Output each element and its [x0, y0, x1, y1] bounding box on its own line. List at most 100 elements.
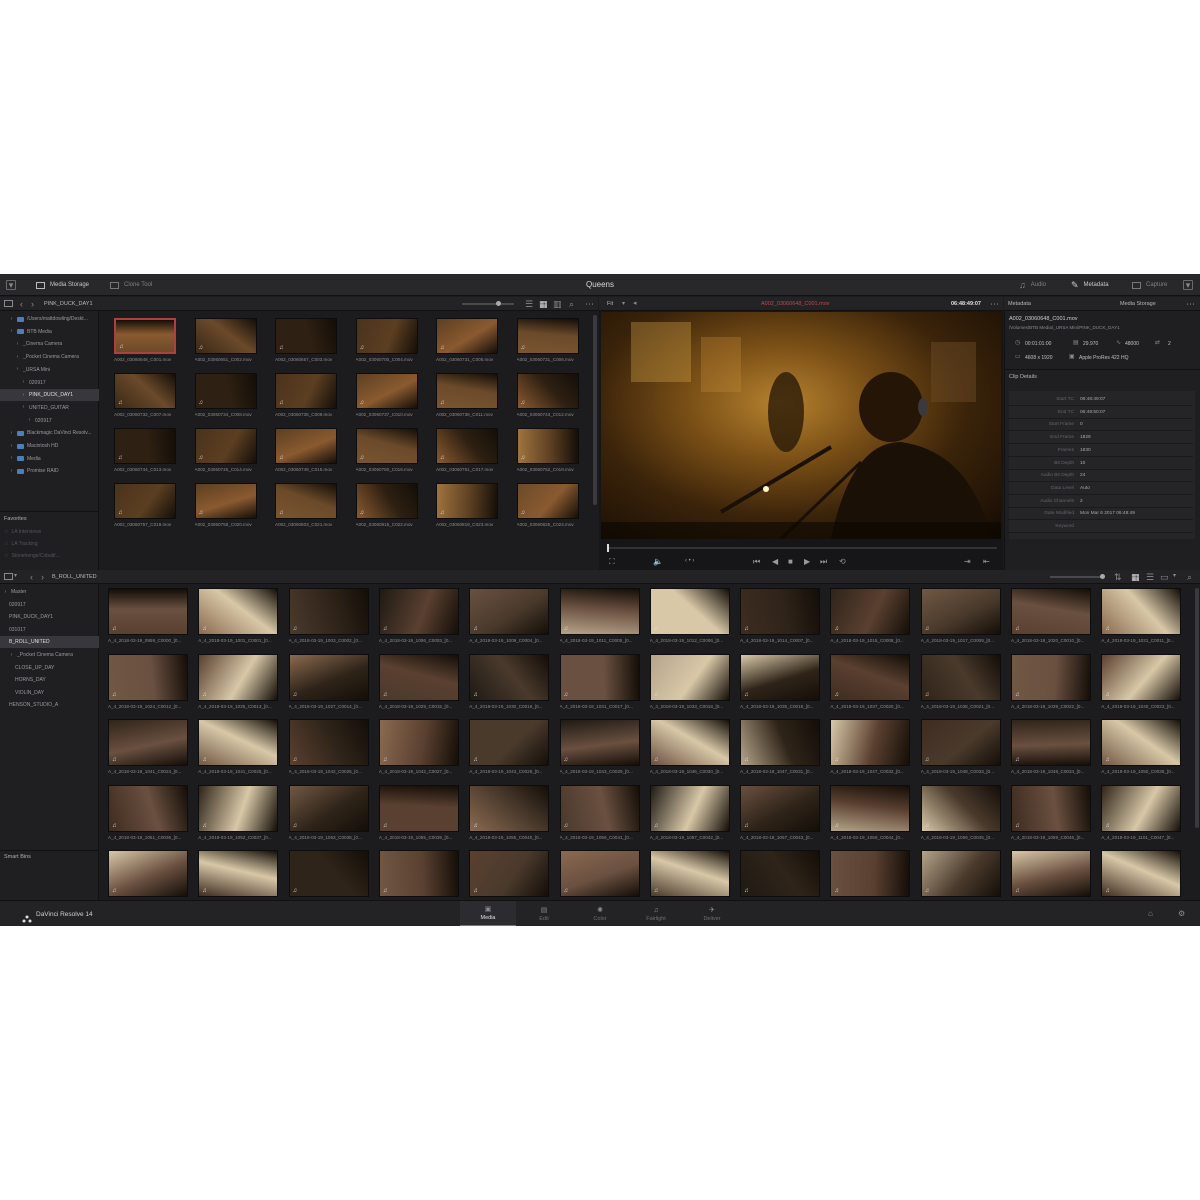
- clip-thumbnail[interactable]: ♫ A002_03060751_C017.mov: [436, 428, 498, 476]
- tree-item[interactable]: › _URSA Mini: [0, 364, 99, 376]
- page-tab-deliver[interactable]: ✈ Deliver: [684, 901, 740, 926]
- clip-thumbnail[interactable]: ♫ A_4_2018-03-19_1011_C0005_[0...: [559, 588, 640, 647]
- favorite-item[interactable]: ☆ LA Tracking: [4, 541, 38, 547]
- clip-thumbnail[interactable]: ♫ A002_03060731_C005.mov: [436, 318, 498, 366]
- clip-thumbnail[interactable]: ♫ A002_03060746_C014.mov: [194, 428, 257, 476]
- clip-thumbnail-image[interactable]: ♫: [920, 850, 1001, 897]
- clone-tool-tab[interactable]: Clone Tool: [110, 274, 152, 296]
- clip-thumbnail[interactable]: ♫ A_4_2018-03-19_1003_C0002_[0...: [288, 588, 369, 647]
- clip-thumbnail[interactable]: ♫: [740, 850, 821, 900]
- clip-thumbnail[interactable]: ♫ A_4_2018-03-19_1050_C0035_[0...: [1101, 719, 1182, 778]
- page-tab-edit[interactable]: ▤ Edit: [516, 901, 572, 926]
- bin-item[interactable]: CLOSE_UP_DAY: [0, 662, 99, 674]
- clip-thumbnail[interactable]: ♫ A_4_2018-03-19_1020_C0010_[0...: [1011, 588, 1091, 647]
- clip-thumbnail-image[interactable]: ♫: [436, 428, 498, 464]
- clip-thumbnail-image[interactable]: ♫: [1011, 588, 1091, 635]
- tree-item[interactable]: › Macintosh HD: [0, 440, 99, 452]
- clip-thumbnail[interactable]: ♫ A_4_2018-03-19_1027_C0014_[0...: [288, 653, 369, 713]
- clip-thumbnail[interactable]: ♫ A002_03060732_C007.mov: [114, 373, 176, 421]
- clip-thumbnail[interactable]: ♫ A002_03060700_C004.mov: [355, 318, 418, 366]
- forward-arrow-icon[interactable]: ›: [41, 573, 44, 582]
- clip-thumbnail-image[interactable]: ♫: [1101, 719, 1182, 766]
- clip-thumbnail-image[interactable]: ♫: [516, 428, 579, 464]
- clip-thumbnail-image[interactable]: ♫: [920, 588, 1001, 635]
- pool-thumbnail-size-slider[interactable]: [1050, 574, 1105, 579]
- metadata-options-icon[interactable]: ⋯: [1186, 300, 1195, 309]
- metadata-value[interactable]: 10: [1080, 461, 1085, 466]
- metadata-view-icon[interactable]: ▭: [1160, 573, 1169, 582]
- pool-sidebar-toggle-icon[interactable]: [4, 573, 13, 580]
- clip-thumbnail-image[interactable]: ♫: [198, 850, 279, 897]
- sidebar-toggle-icon[interactable]: [4, 300, 13, 307]
- clip-thumbnail[interactable]: ♫ A_4_2018-03-19_1029_C0015_[0...: [378, 653, 459, 713]
- pool-scrollbar[interactable]: [1195, 588, 1199, 828]
- clip-thumbnail[interactable]: ♫ A_4_2018-03-19_1047_C0031_[0...: [740, 719, 821, 778]
- timeline-scrubber[interactable]: [607, 544, 997, 552]
- clip-thumbnail-image[interactable]: ♫: [288, 850, 369, 897]
- clip-thumbnail-image[interactable]: ♫: [378, 588, 459, 635]
- clip-thumbnail[interactable]: ♫ A_4_2018-03-19_1056_C0041_[0...: [559, 784, 640, 844]
- clip-thumbnail-image[interactable]: ♫: [1011, 653, 1091, 701]
- filmstrip-view-icon[interactable]: ▥: [553, 300, 562, 309]
- clip-thumbnail-image[interactable]: ♫: [194, 318, 257, 354]
- clip-thumbnail[interactable]: ♫: [649, 850, 730, 900]
- favorite-item[interactable]: ☆ Stonehenge/Cobalt/...: [4, 553, 60, 559]
- loop-icon[interactable]: ⟲: [839, 557, 846, 566]
- next-clip-icon[interactable]: ⇥: [964, 557, 971, 566]
- capture-tab[interactable]: Capture: [1132, 274, 1167, 296]
- clip-thumbnail[interactable]: ♫ A_4_2018-03-19_1042_C0026_[0...: [288, 719, 369, 778]
- list-view-icon[interactable]: ☰: [525, 300, 533, 309]
- clip-thumbnail[interactable]: ♫ A_4_2018-03-19_1035_C0019_[0...: [740, 653, 821, 713]
- clip-thumbnail-image[interactable]: ♫: [830, 784, 911, 832]
- tree-item[interactable]: › UNITED_GUITAR: [0, 402, 99, 414]
- metadata-tab[interactable]: ✎ Metadata: [1071, 274, 1109, 296]
- thumbnail-view-icon[interactable]: ▦: [539, 300, 548, 309]
- sort-icon[interactable]: ⇅: [1114, 573, 1122, 582]
- thumbnail-size-slider[interactable]: [462, 301, 514, 306]
- clip-thumbnail[interactable]: ♫ A_4_2018-03-19_1041_C0024_[0...: [108, 719, 188, 778]
- clip-thumbnail-image[interactable]: ♫: [198, 784, 279, 832]
- clip-thumbnail-image[interactable]: ♫: [1101, 588, 1182, 635]
- clip-thumbnail[interactable]: ♫ A_4_2018-03-19_1043_C0028_[0...: [469, 719, 550, 778]
- audio-tab[interactable]: ♫ Audio: [1019, 274, 1046, 296]
- metadata-context[interactable]: Media Storage: [1120, 301, 1156, 307]
- clip-thumbnail[interactable]: ♫: [1101, 850, 1182, 900]
- clip-thumbnail-image[interactable]: ♫: [114, 483, 176, 519]
- clip-thumbnail-image[interactable]: ♫: [378, 850, 459, 897]
- clip-thumbnail[interactable]: ♫ A_4_2018-03-19_1059_C0046_[0...: [1011, 784, 1091, 844]
- clip-thumbnail-image[interactable]: ♫: [559, 850, 640, 897]
- clip-thumbnail-image[interactable]: ♫: [740, 850, 821, 897]
- clip-thumbnail-image[interactable]: ♫: [649, 588, 730, 635]
- browser-scrollbar[interactable]: [593, 315, 597, 505]
- clip-thumbnail-image[interactable]: ♫: [740, 784, 821, 832]
- clip-thumbnail[interactable]: ♫ A_4_2018-03-19_1039_C0022_[0...: [1011, 653, 1091, 713]
- clip-thumbnail[interactable]: ♫ A_4_2018-03-19_1059_C0045_[0...: [920, 784, 1001, 844]
- clip-thumbnail[interactable]: ♫ A_4_2018-03-19_1015_C0008_[0...: [830, 588, 911, 647]
- metadata-value[interactable]: 1829: [1080, 435, 1091, 440]
- clip-thumbnail-image[interactable]: ♫: [740, 588, 821, 635]
- clip-thumbnail[interactable]: ♫ A_4_2018-03-19_1051_C0036_[0...: [108, 784, 188, 844]
- tree-item[interactable]: › BTB Media: [0, 326, 99, 338]
- clip-thumbnail[interactable]: ♫ A002_03060749_C015.mov: [275, 428, 337, 476]
- clip-thumbnail[interactable]: ♫: [920, 850, 1001, 900]
- clip-thumbnail-image[interactable]: ♫: [740, 653, 821, 701]
- clip-thumbnail[interactable]: ♫ A_4_2018-03-19_1101_C0047_[0...: [1101, 784, 1182, 844]
- bin-item[interactable]: HENSON_STUDIO_A: [0, 699, 99, 711]
- tree-item[interactable]: › 020917: [0, 377, 99, 389]
- clip-thumbnail[interactable]: ♫ A_4_2018-03-19_0959_C0000_[0...: [108, 588, 188, 647]
- clip-thumbnail-image[interactable]: ♫: [108, 784, 188, 832]
- metadata-value[interactable]: 2: [1080, 499, 1083, 504]
- clip-thumbnail-image[interactable]: ♫: [288, 784, 369, 832]
- clip-thumbnail[interactable]: ♫ A_4_2018-03-19_1057_C0043_[0...: [740, 784, 821, 844]
- clip-thumbnail[interactable]: ♫ A_4_2018-03-19_1047_C0032_[0...: [830, 719, 911, 778]
- clip-thumbnail[interactable]: ♫ A002_03060734_C008.mov: [194, 373, 257, 421]
- clip-thumbnail[interactable]: ♫ A_4_2018-03-19_1055_C0040_[0...: [469, 784, 550, 844]
- viewer-frame[interactable]: [601, 312, 1001, 539]
- metadata-value[interactable]: 0: [1080, 422, 1083, 427]
- search-icon[interactable]: ⌕: [1187, 573, 1192, 582]
- clip-thumbnail-image[interactable]: ♫: [1011, 850, 1091, 897]
- clip-thumbnail[interactable]: ♫ A_4_2018-03-19_1052_C0037_[0...: [198, 784, 279, 844]
- clip-thumbnail-image[interactable]: ♫: [198, 588, 279, 635]
- metadata-value[interactable]: 06:48:49:07: [1080, 397, 1105, 402]
- clip-thumbnail[interactable]: ♫ A_4_2018-03-19_1009_C0004_[0...: [469, 588, 550, 647]
